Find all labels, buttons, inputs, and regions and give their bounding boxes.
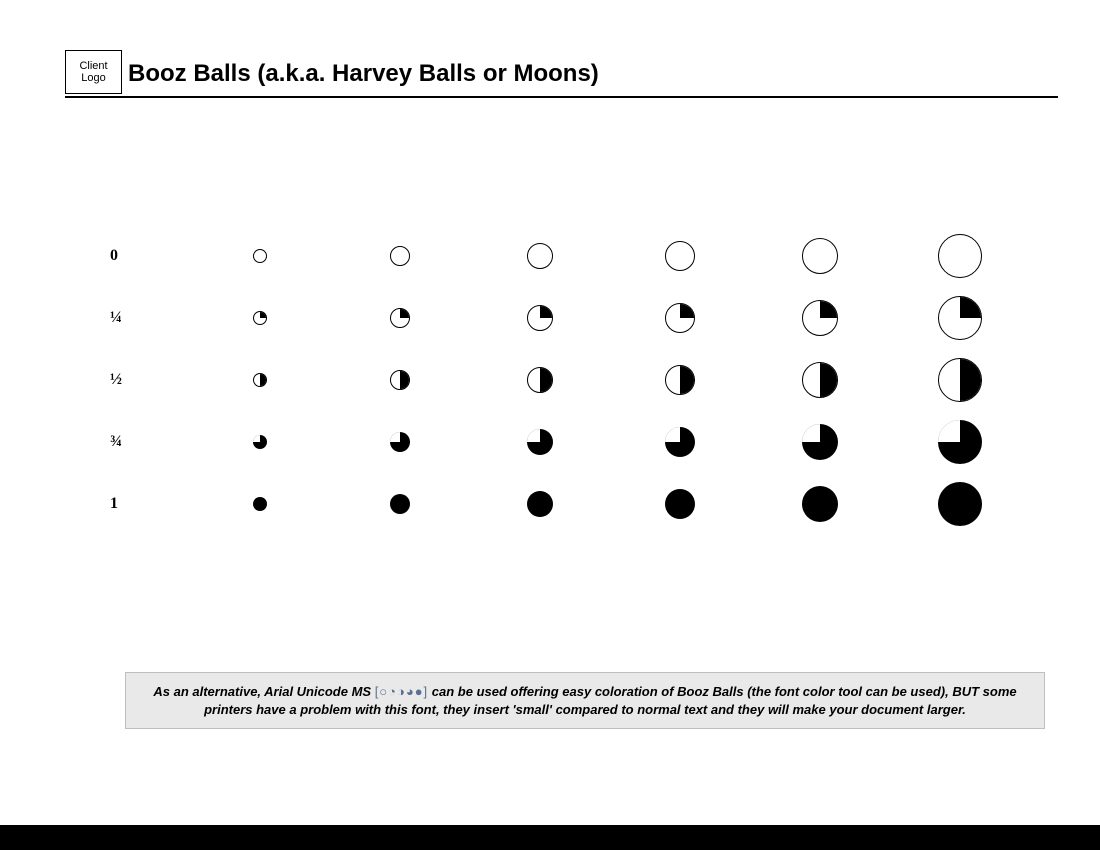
harvey-ball-icon (665, 303, 695, 333)
harvey-ball-icon (665, 241, 695, 271)
grid-row: 0 (110, 225, 1040, 287)
grid-cell (900, 296, 1020, 340)
grid-row: 1 (110, 473, 1040, 535)
footnote-box: As an alternative, Arial Unicode MS [○◔◑… (125, 672, 1045, 729)
harvey-ball-icon (390, 432, 410, 452)
harvey-ball-icon (665, 489, 695, 519)
row-label: 0 (110, 247, 200, 265)
client-logo-text: Client Logo (66, 60, 121, 84)
grid-cell (340, 246, 460, 266)
grid-cell (480, 429, 600, 455)
harvey-ball-icon (253, 373, 267, 387)
grid-cell (760, 238, 880, 274)
harvey-ball-icon (802, 486, 838, 522)
row-label: ½ (110, 371, 200, 389)
grid-cell (760, 362, 880, 398)
page-number: - 0 - (0, 828, 1100, 840)
harvey-ball-icon (665, 427, 695, 457)
harvey-ball-icon (253, 497, 267, 511)
grid-cell (200, 249, 320, 263)
harvey-ball-icon (938, 296, 982, 340)
row-cells (200, 358, 1040, 402)
harvey-ball-icon (527, 243, 553, 269)
page-title: Booz Balls (a.k.a. Harvey Balls or Moons… (128, 60, 599, 88)
harvey-ball-icon (802, 300, 838, 336)
slide: Client Logo Booz Balls (a.k.a. Harvey Ba… (0, 0, 1100, 825)
grid-cell (760, 300, 880, 336)
harvey-ball-icon (938, 420, 982, 464)
row-cells (200, 296, 1040, 340)
harvey-ball-icon (390, 370, 410, 390)
harvey-ball-icon (802, 424, 838, 460)
harvey-ball-icon (253, 435, 267, 449)
row-label: ¼ (110, 309, 200, 327)
grid-row: ¾ (110, 411, 1040, 473)
grid-cell (340, 494, 460, 514)
harvey-ball-icon (390, 308, 410, 328)
row-label: ¾ (110, 433, 200, 451)
harvey-ball-icon (802, 238, 838, 274)
row-cells (200, 482, 1040, 526)
harvey-ball-icon (938, 358, 982, 402)
grid-cell (620, 303, 740, 333)
harvey-ball-icon (253, 311, 267, 325)
harvey-ball-icon (938, 234, 982, 278)
grid-cell (480, 305, 600, 331)
row-label: 1 (110, 495, 200, 513)
client-logo-placeholder: Client Logo (65, 50, 122, 94)
grid-row: ¼ (110, 287, 1040, 349)
grid-cell (760, 424, 880, 460)
harvey-ball-icon (802, 362, 838, 398)
harvey-ball-icon (938, 482, 982, 526)
grid-cell (480, 243, 600, 269)
grid-cell (620, 489, 740, 519)
footnote-pre: As an alternative, Arial Unicode MS (153, 684, 374, 699)
harvey-ball-icon (665, 365, 695, 395)
grid-cell (900, 420, 1020, 464)
grid-cell (200, 373, 320, 387)
grid-cell (340, 308, 460, 328)
harvey-ball-icon (527, 429, 553, 455)
grid-cell (620, 427, 740, 457)
harvey-ball-grid: 0 ¼ ½ ¾ 1 (110, 225, 1040, 535)
slide-page: Client Logo Booz Balls (a.k.a. Harvey Ba… (0, 0, 1100, 825)
grid-cell (200, 435, 320, 449)
harvey-ball-icon (527, 305, 553, 331)
harvey-ball-icon (527, 491, 553, 517)
harvey-ball-icon (390, 494, 410, 514)
grid-cell (480, 367, 600, 393)
row-cells (200, 420, 1040, 464)
harvey-ball-icon (390, 246, 410, 266)
grid-cell (620, 365, 740, 395)
row-cells (200, 234, 1040, 278)
grid-cell (200, 497, 320, 511)
harvey-ball-icon (253, 249, 267, 263)
grid-row: ½ (110, 349, 1040, 411)
grid-cell (900, 482, 1020, 526)
title-underline (65, 96, 1058, 98)
grid-cell (900, 234, 1020, 278)
grid-cell (760, 486, 880, 522)
grid-cell (340, 370, 460, 390)
grid-cell (620, 241, 740, 271)
grid-cell (340, 432, 460, 452)
harvey-ball-icon (527, 367, 553, 393)
grid-cell (480, 491, 600, 517)
grid-cell (900, 358, 1020, 402)
grid-cell (200, 311, 320, 325)
footnote-glyph-sample: [○◔◑◕●] (375, 684, 428, 699)
